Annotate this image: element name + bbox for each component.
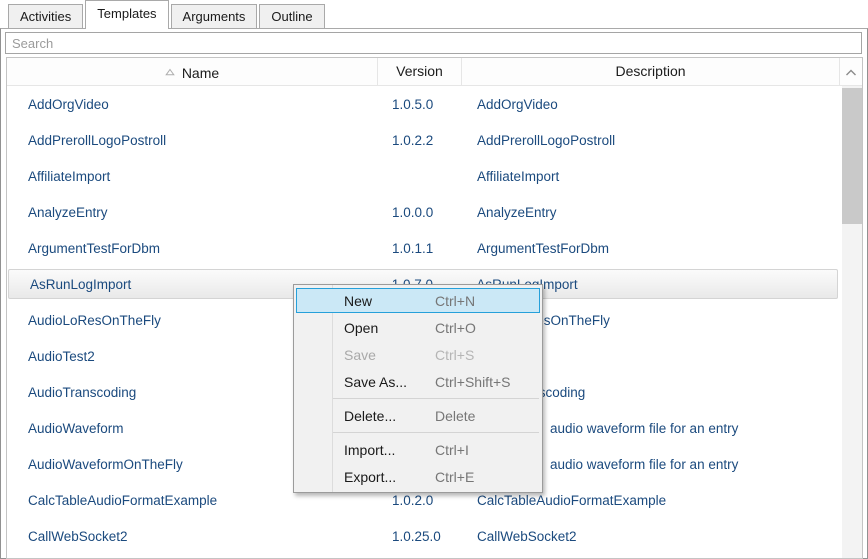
menu-item-shortcut: Delete xyxy=(435,408,475,424)
table-row[interactable]: AddPrerollLogoPostroll 1.0.2.2 AddPrerol… xyxy=(7,122,862,158)
cell-version: 1.0.1.1 xyxy=(378,241,462,256)
menu-separator xyxy=(333,398,539,399)
cell-version: 1.0.5.0 xyxy=(378,97,462,112)
cell-description: CallWebSocket2 xyxy=(462,529,840,544)
cell-name: AddOrgVideo xyxy=(7,97,378,112)
cell-description: AnalyzeEntry xyxy=(462,205,840,220)
menu-item-import[interactable]: Import... Ctrl+I xyxy=(294,436,542,463)
tab-activities[interactable]: Activities xyxy=(8,4,83,28)
menu-item-label: Open xyxy=(344,320,378,336)
cell-name: AffiliateImport xyxy=(7,169,378,184)
chevron-up-icon xyxy=(845,64,857,80)
column-header-name[interactable]: Name xyxy=(7,58,378,86)
menu-item-export[interactable]: Export... Ctrl+E xyxy=(294,463,542,490)
column-header-description[interactable]: Description xyxy=(462,58,840,86)
menu-item-label: Save As... xyxy=(344,374,407,390)
cell-name: AddPrerollLogoPostroll xyxy=(7,133,378,148)
table-row[interactable]: AddOrgVideo 1.0.5.0 AddOrgVideo xyxy=(7,86,862,122)
sort-ascending-icon xyxy=(165,58,175,85)
table-row[interactable]: ArgumentTestForDbm 1.0.1.1 ArgumentTestF… xyxy=(7,230,862,266)
menu-item-shortcut: Ctrl+E xyxy=(435,469,474,485)
menu-item-label: New xyxy=(344,293,372,309)
menu-item-label: Save xyxy=(344,347,376,363)
menu-item-new[interactable]: New Ctrl+N xyxy=(296,288,540,313)
cell-description: AddPrerollLogoPostroll xyxy=(462,133,840,148)
menu-item-shortcut: Ctrl+Shift+S xyxy=(435,374,510,390)
menu-separator xyxy=(333,432,539,433)
tab-outline[interactable]: Outline xyxy=(259,4,324,28)
scrollbar-thumb[interactable] xyxy=(842,88,862,224)
search-input[interactable] xyxy=(5,32,862,54)
cell-name: AnalyzeEntry xyxy=(7,205,378,220)
scrollbar-up-button[interactable] xyxy=(840,58,862,86)
menu-item-open[interactable]: Open Ctrl+O xyxy=(294,314,542,341)
menu-item-label: Delete... xyxy=(344,408,396,424)
cell-version: 1.0.2.0 xyxy=(378,493,462,508)
cell-name: CallWebSocket2 xyxy=(7,529,378,544)
cell-description: ArgumentTestForDbm xyxy=(462,241,840,256)
cell-name: CalcTableAudioFormatExample xyxy=(7,493,378,508)
cell-version: 1.0.2.2 xyxy=(378,133,462,148)
context-menu: New Ctrl+N Open Ctrl+O Save Ctrl+S Save … xyxy=(293,284,543,493)
tab-templates[interactable]: Templates xyxy=(85,0,168,29)
menu-item-save: Save Ctrl+S xyxy=(294,341,542,368)
menu-item-shortcut: Ctrl+O xyxy=(435,320,476,336)
tab-arguments[interactable]: Arguments xyxy=(171,4,258,28)
cell-description: AddOrgVideo xyxy=(462,97,840,112)
menu-item-shortcut: Ctrl+S xyxy=(435,347,474,363)
table-row[interactable]: AnalyzeEntry 1.0.0.0 AnalyzeEntry xyxy=(7,194,862,230)
list-header: Name Version Description xyxy=(7,58,862,86)
column-header-version[interactable]: Version xyxy=(378,58,462,86)
column-header-description-label: Description xyxy=(615,63,685,79)
vertical-scrollbar[interactable] xyxy=(842,86,862,558)
table-row[interactable]: AffiliateImport AffiliateImport xyxy=(7,158,862,194)
tab-strip: Activities Templates Arguments Outline xyxy=(0,0,868,28)
cell-name: ArgumentTestForDbm xyxy=(7,241,378,256)
cell-description: AffiliateImport xyxy=(462,169,840,184)
menu-item-shortcut: Ctrl+I xyxy=(435,442,469,458)
menu-item-shortcut: Ctrl+N xyxy=(435,293,475,309)
column-header-version-label: Version xyxy=(396,63,443,79)
menu-item-label: Export... xyxy=(344,469,396,485)
menu-item-save-as[interactable]: Save As... Ctrl+Shift+S xyxy=(294,368,542,395)
cell-description: CalcTableAudioFormatExample xyxy=(462,493,840,508)
menu-item-label: Import... xyxy=(344,442,395,458)
column-header-name-label: Name xyxy=(182,65,219,81)
cell-version: 1.0.0.0 xyxy=(378,205,462,220)
menu-item-delete[interactable]: Delete... Delete xyxy=(294,402,542,429)
table-row[interactable]: CallWebSocket2 1.0.25.0 CallWebSocket2 xyxy=(7,518,862,554)
cell-version: 1.0.25.0 xyxy=(378,529,462,544)
